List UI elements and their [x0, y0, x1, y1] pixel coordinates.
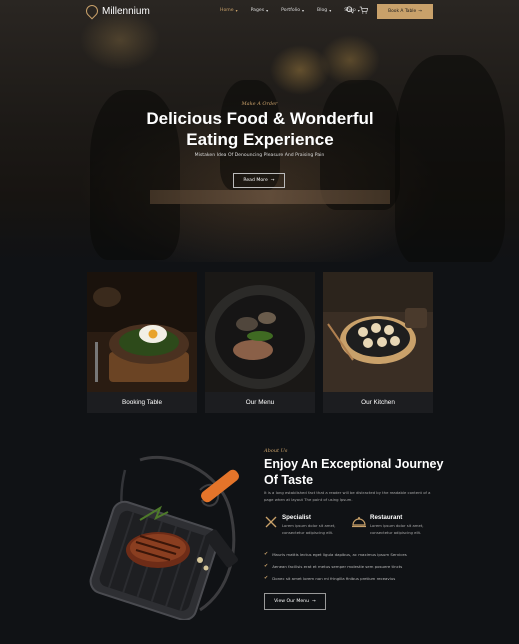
card-booking-table[interactable]: Booking Table	[87, 272, 197, 413]
list-item: ✔ Aenean facilisis erat et metus semper m…	[264, 563, 403, 569]
food-photo	[87, 272, 197, 392]
brand-name: Millennium	[102, 5, 150, 17]
about-description: It is a long established fact that a rea…	[264, 490, 431, 502]
feature-title: Restaurant	[370, 514, 403, 521]
feature-description: Lorem ipsum dolor sit amet, consectetur …	[282, 523, 336, 535]
arrow-right-icon: →	[312, 599, 316, 604]
nav-item-pages[interactable]: Pages ▾	[251, 8, 269, 13]
check-icon: ✔	[264, 563, 269, 569]
chevron-down-icon: ▾	[302, 8, 305, 13]
check-icon: ✔	[264, 575, 269, 581]
card-our-menu[interactable]: Our Menu	[205, 272, 315, 413]
hero-subtitle: Mistaken Idea Of Denouncing Pleasure And…	[194, 153, 325, 158]
read-more-button[interactable]: Read More →	[233, 173, 285, 188]
card-label: Booking Table	[87, 392, 197, 413]
view-menu-button[interactable]: View Our Menu →	[264, 593, 326, 610]
nav-item-blog[interactable]: Blog ▾	[317, 8, 331, 13]
list-item: ✔ Mauris mattis lectus eget ligula dapibu…	[264, 551, 407, 557]
food-photo	[205, 272, 315, 392]
cloche-icon	[352, 516, 366, 528]
hero-title: Delicious Food & Wonderful Eating Experi…	[146, 109, 374, 149]
hero-tagline: Make A Order	[241, 101, 278, 107]
arrow-right-icon: →	[418, 9, 422, 14]
chevron-down-icon: ▾	[266, 8, 269, 13]
chevron-down-icon: ▾	[329, 8, 332, 13]
about-title: Enjoy An Exceptional Journey Of Taste	[264, 457, 444, 487]
card-label: Our Menu	[205, 392, 315, 413]
nav-menu: Home ▾ Pages ▾ Portfolio ▾ Blog ▾ Shop ▾	[220, 8, 360, 13]
checklist: ✔ Mauris mattis lectus eget ligula dapibu…	[264, 548, 407, 584]
grill-pan-illustration	[80, 450, 250, 621]
utensils-icon	[264, 516, 278, 528]
chevron-down-icon: ▾	[235, 8, 238, 13]
card-label: Our Kitchen	[323, 392, 433, 413]
hero-figure	[395, 55, 505, 262]
feature-title: Specialist	[282, 514, 311, 521]
list-item: ✔ Donec sit amet lorem non mi fringilla f…	[264, 575, 396, 581]
food-photo	[323, 272, 433, 392]
about-eyebrow: About Us	[264, 448, 288, 454]
arrow-right-icon: →	[270, 178, 275, 183]
main-nav: Millennium Home ▾ Pages ▾ Portfolio ▾ Blog ▾…	[0, 0, 519, 24]
pin-logo-icon	[83, 2, 101, 20]
hero-table	[150, 190, 390, 204]
nav-item-portfolio[interactable]: Portfolio ▾	[281, 8, 304, 13]
search-icon[interactable]	[346, 6, 354, 16]
hero-section: Millennium Home ▾ Pages ▾ Portfolio ▾ Blog ▾…	[0, 0, 519, 262]
logo[interactable]: Millennium	[83, 2, 150, 20]
book-table-button[interactable]: Book A Table →	[377, 4, 433, 19]
check-icon: ✔	[264, 551, 269, 557]
cart-icon[interactable]	[359, 6, 369, 16]
card-our-kitchen[interactable]: Our Kitchen	[323, 272, 433, 413]
feature-description: Lorem ipsum dolor sit amet, consectetur …	[370, 523, 424, 535]
nav-item-home[interactable]: Home ▾	[220, 8, 238, 13]
